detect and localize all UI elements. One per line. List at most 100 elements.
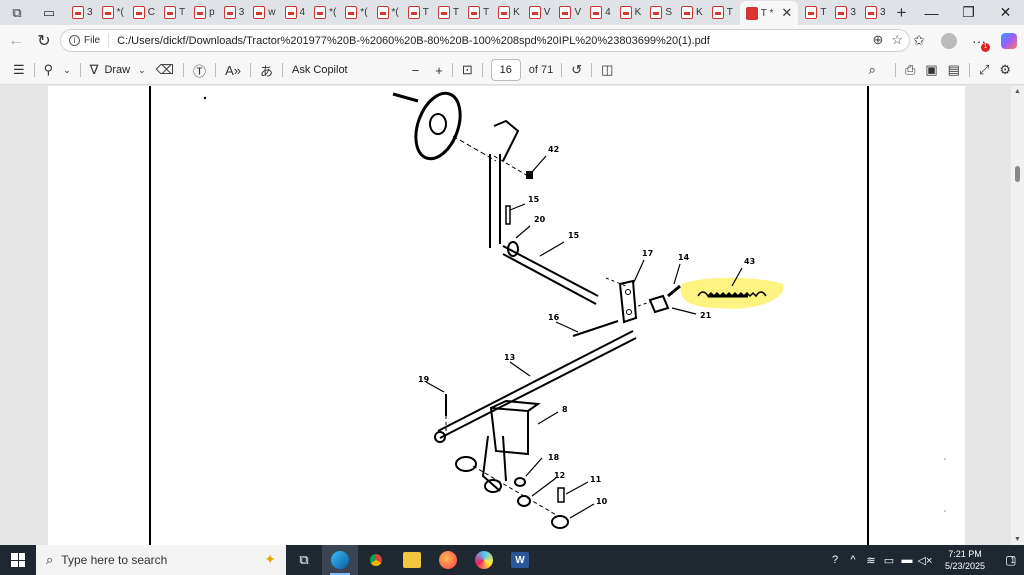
browser-tab[interactable]: 3 [833, 2, 858, 24]
translate-icon[interactable]: あ [255, 58, 278, 82]
battery-icon[interactable]: ▬ [898, 554, 916, 566]
browser-tab[interactable]: p [192, 2, 217, 24]
ask-copilot-button[interactable]: Ask Copilot [287, 58, 353, 82]
contents-icon[interactable]: ☰ [8, 58, 30, 82]
browser-tab[interactable]: T [436, 2, 461, 24]
part-callout: 17 [642, 249, 653, 258]
browser-tab[interactable]: *( [375, 2, 401, 24]
favorite-star-icon[interactable]: ☆ [891, 32, 903, 48]
browser-tab[interactable]: V [557, 2, 583, 24]
clock[interactable]: 7:21 PM 5/23/2025 [934, 548, 996, 572]
fit-page-icon[interactable]: ⊡ [457, 58, 478, 82]
page-number-input[interactable]: 16 [490, 59, 521, 81]
part-callout: 13 [504, 353, 515, 362]
tab-title: *( [116, 7, 124, 18]
tab-title: T * [760, 7, 774, 19]
read-aloud-icon[interactable]: A» [220, 58, 246, 82]
browser-tab[interactable]: T [162, 2, 187, 24]
pdf-file-icon [376, 6, 389, 19]
firefox-app-icon[interactable] [430, 545, 466, 575]
browser-tab[interactable]: *( [343, 2, 369, 24]
browser-tab[interactable]: S [648, 2, 674, 24]
browser-tab[interactable]: C [131, 2, 157, 24]
zoom-in-button[interactable]: + [430, 58, 448, 82]
file-explorer-icon[interactable] [394, 545, 430, 575]
browser-tab[interactable]: 3 [70, 2, 95, 24]
save-icon[interactable]: ▣ [920, 58, 942, 82]
chrome-app-icon[interactable] [358, 545, 394, 575]
back-button[interactable]: ← [2, 27, 30, 55]
edge-app-icon[interactable] [322, 545, 358, 575]
browser-tab[interactable]: T [466, 2, 491, 24]
scroll-down-arrow-icon[interactable]: ▼ [1014, 536, 1021, 543]
zoom-icon[interactable]: ⊕ [872, 32, 883, 48]
browser-tab[interactable]: T [803, 2, 828, 24]
chevron-up-icon[interactable]: ^ [844, 554, 862, 566]
tab-title: K [634, 7, 642, 18]
minimize-button[interactable]: — [913, 0, 950, 25]
highlight-icon[interactable]: ⚲ [39, 58, 59, 82]
close-window-button[interactable]: ✕ [987, 0, 1024, 25]
browser-tab[interactable]: 3 [222, 2, 247, 24]
paint-app-icon[interactable] [466, 545, 502, 575]
browser-tab[interactable]: V [527, 2, 553, 24]
more-options-button[interactable]: ··· 1 [964, 27, 994, 55]
start-button[interactable] [0, 545, 36, 575]
rotate-icon[interactable]: ↺ [566, 58, 587, 82]
divider [33, 63, 35, 77]
browser-tab[interactable]: w [251, 2, 277, 24]
print-icon[interactable]: ⎙ [900, 58, 920, 82]
new-tab-button[interactable]: + [897, 3, 907, 23]
browser-tab[interactable]: T [406, 2, 431, 24]
vertical-scrollbar[interactable]: ▲ ▼ [1011, 86, 1024, 545]
divider [215, 63, 217, 77]
browser-tab[interactable]: K [679, 2, 705, 24]
part-callout: 15 [528, 195, 540, 204]
favorites-icon[interactable]: ✩ [904, 27, 934, 55]
site-info-chip[interactable]: i File [69, 33, 110, 48]
draw-button[interactable]: ∇ Draw ⌄ [85, 58, 151, 82]
task-view-icon[interactable]: ⧉ [286, 545, 322, 575]
settings-gear-icon[interactable]: ⚙ [994, 58, 1016, 82]
reload-button[interactable]: ↻ [30, 27, 58, 55]
pdf-viewer[interactable]: 42 15 20 15 17 14 43 16 21 13 19 8 18 12 11 10 ▲ ▼ [0, 86, 1024, 545]
scroll-up-arrow-icon[interactable]: ▲ [1014, 88, 1021, 95]
browser-tab[interactable]: *( [100, 2, 126, 24]
ask-copilot-label: Ask Copilot [291, 64, 348, 76]
word-app-icon[interactable]: W [502, 545, 538, 575]
tab-actions-icon[interactable]: ▭ [38, 2, 60, 24]
browser-tab[interactable]: *( [312, 2, 338, 24]
notification-center-button[interactable]: ▢ 1 [996, 553, 1024, 567]
display-icon[interactable]: ▭ [880, 554, 898, 567]
part-callout: 19 [418, 375, 430, 384]
workspaces-icon[interactable]: ⧉ [6, 2, 28, 24]
add-text-icon[interactable]: Ⓣ [188, 58, 211, 82]
browser-tab[interactable]: K [618, 2, 644, 24]
highlight-dropdown-icon[interactable]: ⌄ [58, 58, 76, 82]
browser-tab[interactable]: T [710, 2, 735, 24]
part-callout: 43 [744, 257, 755, 266]
browser-tab[interactable]: K [496, 2, 522, 24]
browser-tab[interactable]: 3 [863, 2, 888, 24]
browser-tab[interactable]: 4 [588, 2, 613, 24]
help-icon[interactable]: ? [826, 554, 844, 566]
scroll-thumb[interactable] [1015, 166, 1020, 182]
taskbar-search[interactable]: ⌕ Type here to search ✦ [36, 545, 286, 575]
tab-title: *( [391, 7, 399, 18]
copilot-button[interactable] [994, 27, 1024, 55]
pdf-file-icon [132, 6, 145, 19]
close-tab-icon[interactable]: ✕ [781, 5, 792, 21]
browser-tab[interactable]: 4 [283, 2, 308, 24]
address-field[interactable]: i File C:/Users/dickf/Downloads/Tractor%… [60, 29, 910, 52]
save-as-icon[interactable]: ▤ [943, 58, 965, 82]
network-icon[interactable]: ≋ [862, 554, 880, 567]
page-view-icon[interactable]: ◫ [596, 58, 618, 82]
fullscreen-icon[interactable]: ⤢ [974, 58, 994, 82]
restore-button[interactable]: ❐ [950, 0, 987, 25]
profile-button[interactable] [934, 27, 964, 55]
erase-icon[interactable]: ⌫ [151, 58, 179, 82]
find-icon[interactable]: ⌕ [864, 58, 881, 82]
tab-active[interactable]: T * ✕ [739, 1, 799, 25]
volume-icon[interactable]: ◁× [916, 554, 934, 567]
zoom-out-button[interactable]: − [407, 58, 425, 82]
